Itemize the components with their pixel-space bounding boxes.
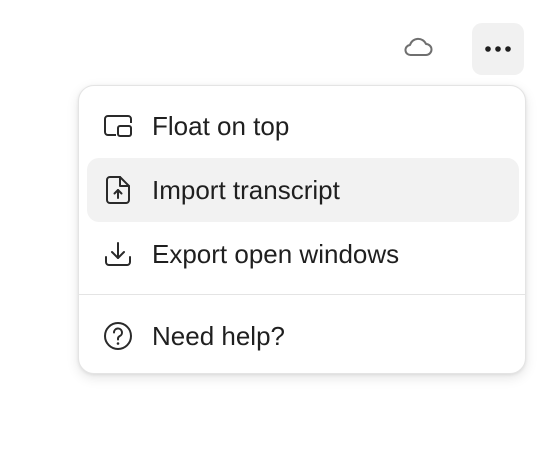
cloud-icon — [402, 35, 434, 64]
menu-item-import-transcript[interactable]: Import transcript — [87, 158, 519, 222]
menu-item-label: Float on top — [152, 111, 290, 141]
menu-item-label: Export open windows — [152, 239, 400, 269]
menu-item-label: Need help? — [152, 321, 285, 351]
menu-separator — [79, 294, 525, 295]
menu-item-export-open-windows[interactable]: Export open windows — [87, 222, 519, 286]
file-upload-icon — [102, 174, 134, 206]
cloud-sync-button[interactable] — [398, 33, 438, 65]
picture-in-picture-icon — [102, 110, 134, 142]
menu-item-need-help[interactable]: Need help? — [87, 304, 519, 368]
question-circle-icon — [102, 320, 134, 352]
options-menu: Float on top Import transcript Export op… — [78, 85, 526, 374]
app-stage: Float on top Import transcript Export op… — [0, 0, 552, 458]
more-options-button[interactable] — [472, 23, 524, 75]
download-icon — [102, 238, 134, 270]
menu-item-label: Import transcript — [152, 175, 340, 205]
menu-item-float-on-top[interactable]: Float on top — [87, 94, 519, 158]
more-horizontal-icon — [484, 40, 512, 58]
